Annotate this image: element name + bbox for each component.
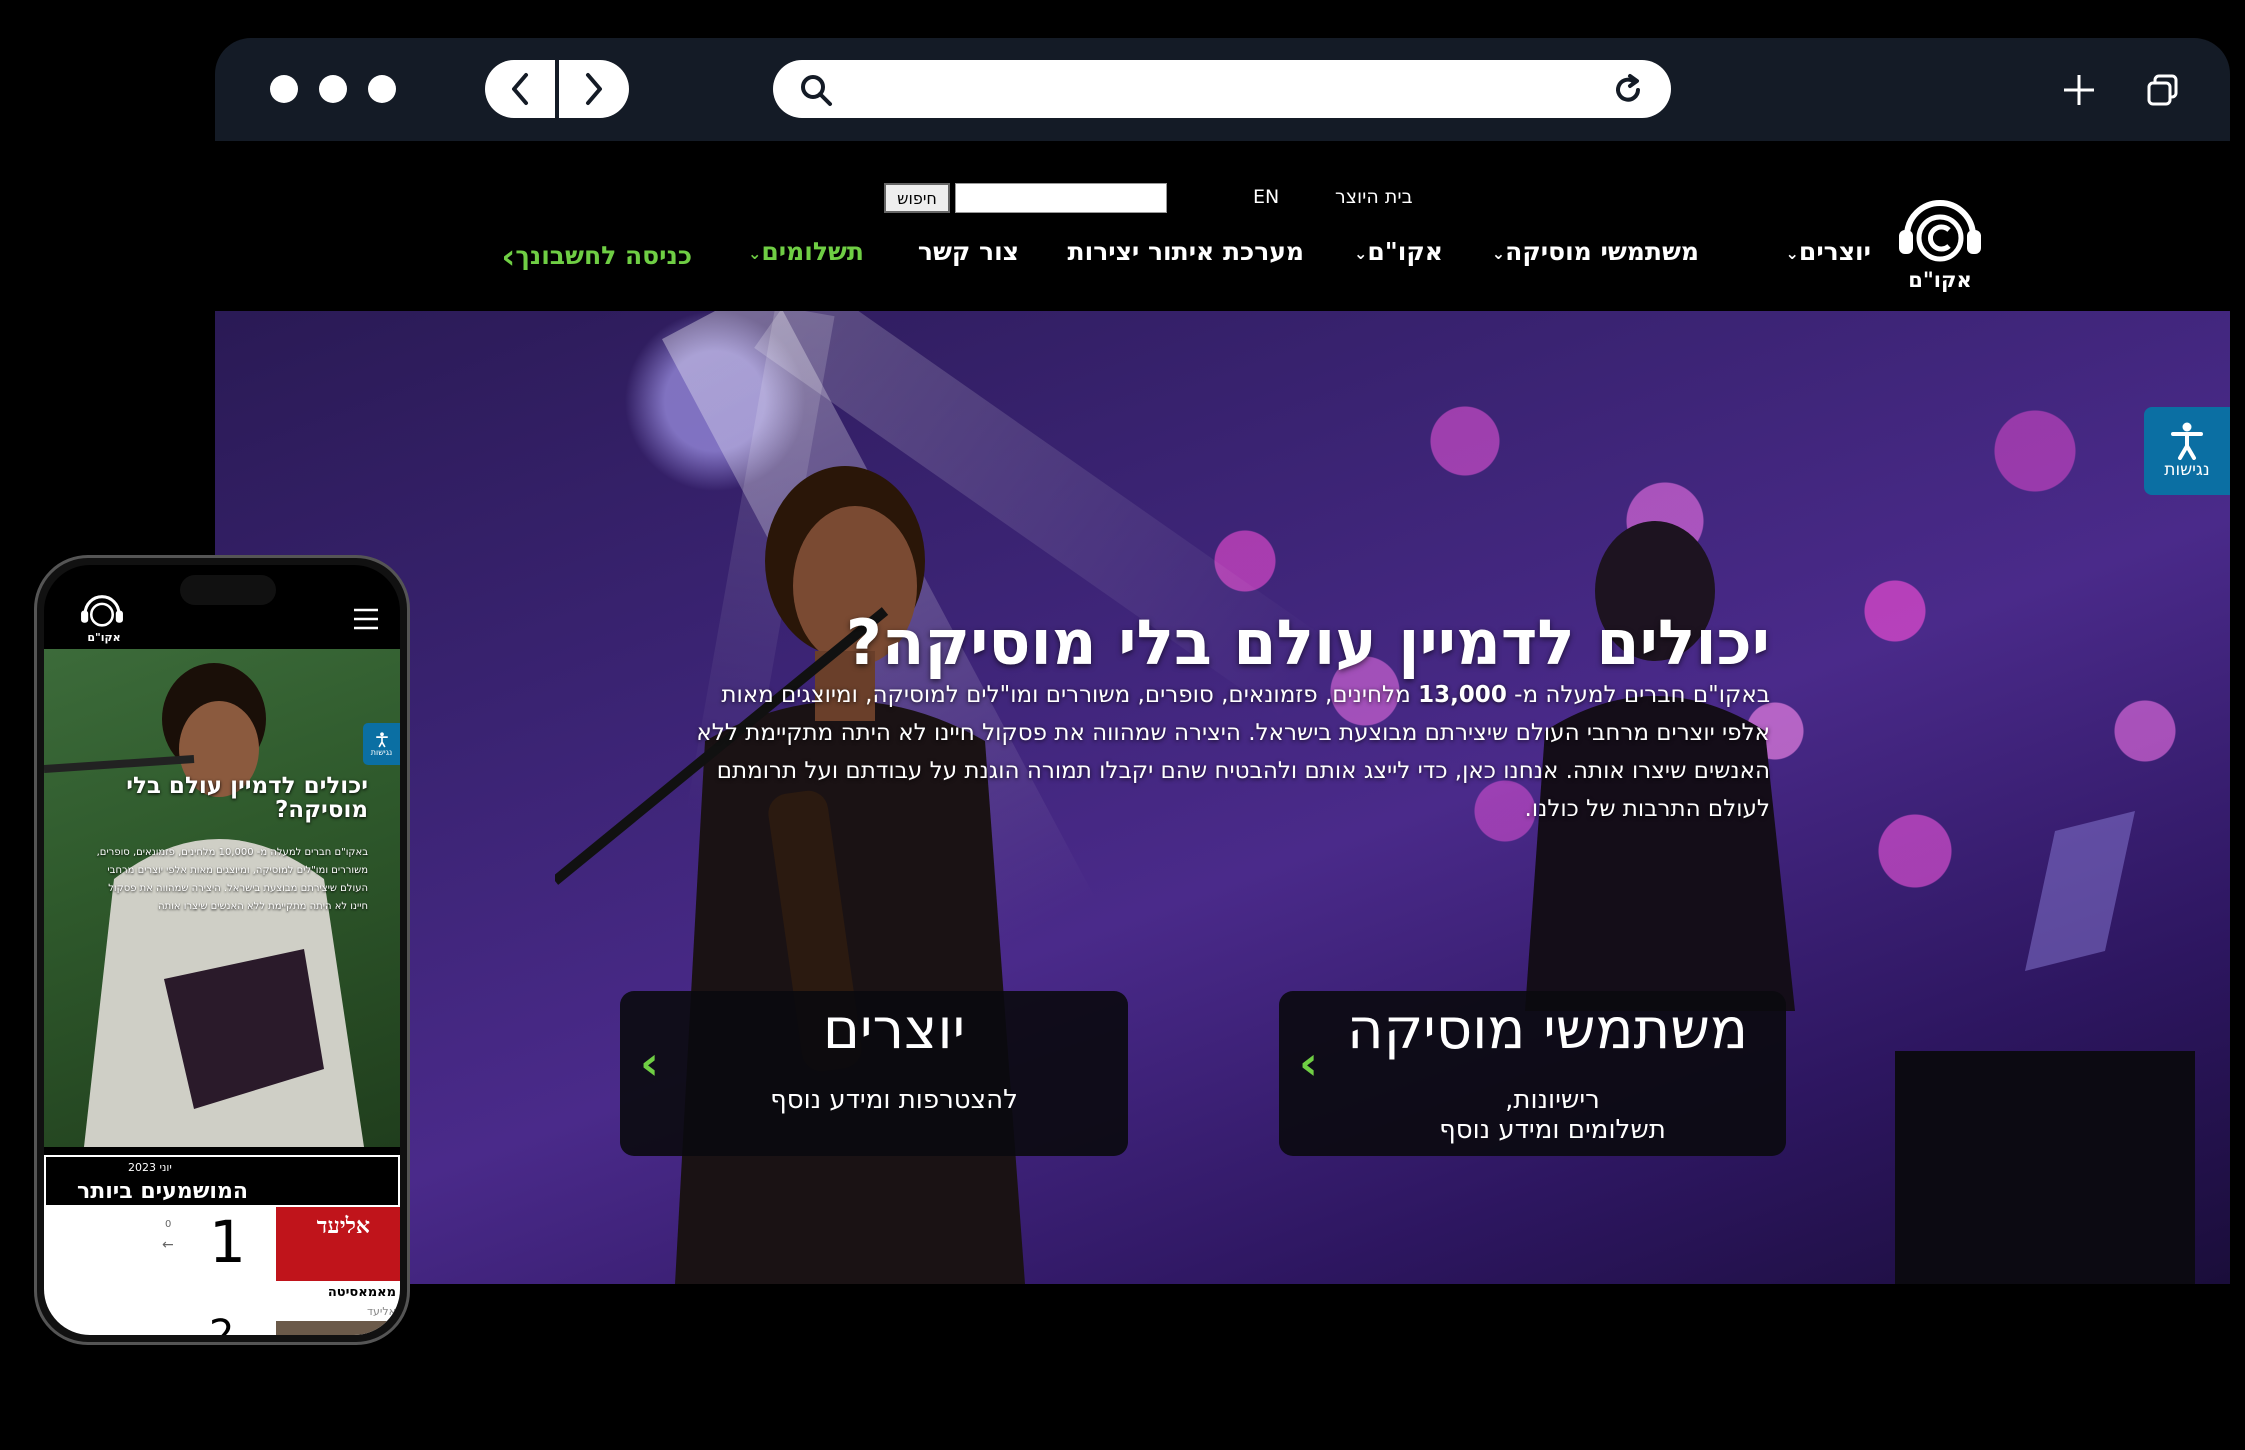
nav-works-search[interactable]: מערכת איתור יצירות [1068, 237, 1304, 266]
tabs-icon[interactable] [2145, 72, 2181, 108]
accessibility-icon [2171, 422, 2203, 460]
chevron-right-icon [586, 73, 602, 105]
nav-acum[interactable]: ⌄אקו"ם [1348, 237, 1443, 266]
logo[interactable]: אקו"ם [1895, 196, 1985, 296]
accessibility-button[interactable]: נגישות [2144, 407, 2230, 495]
chevron-left-icon: ‹ [1299, 1036, 1318, 1090]
browser-toolbar [215, 38, 2230, 141]
forward-button[interactable] [559, 60, 629, 118]
album-art [276, 1321, 400, 1335]
plus-icon[interactable] [2061, 72, 2097, 108]
chevron-left-icon: ‹ [640, 1036, 659, 1090]
chart-month: יוני 2023 [128, 1161, 172, 1174]
chevron-down-icon: ⌄ [1491, 243, 1506, 263]
phone-mockup: אקו"ם יכולים לדמיין עולם בלי מוסיקה? באק… [34, 555, 410, 1345]
chart-song[interactable]: מאמאסיטה [328, 1285, 396, 1300]
accessibility-icon [375, 731, 388, 747]
nav-login[interactable]: ‹כניסה לחשבונך [491, 237, 692, 277]
arrow-left-icon: ← [162, 1237, 174, 1253]
chart-header: יוני 2023 המושמעים ביותר [44, 1155, 400, 1207]
logo-icon [81, 595, 123, 627]
window-dot[interactable] [368, 75, 396, 103]
phone-notch [180, 575, 276, 605]
lang-link[interactable]: EN [1253, 186, 1279, 208]
hero-banner: יכולים לדמיין עולם בלי מוסיקה? באקו"ם חב… [215, 311, 2230, 1284]
card-subtitle: להצטרפות ומידע נוסף [770, 1085, 1018, 1115]
nav-creators[interactable]: ⌄יוצרים [1780, 237, 1872, 266]
site-search-button[interactable]: חיפוש [884, 183, 950, 213]
chevron-left-icon [512, 73, 528, 105]
reload-icon[interactable] [1611, 73, 1645, 107]
search-icon [801, 75, 832, 106]
window-dot[interactable] [270, 75, 298, 103]
chevron-down-icon: ⌄ [1785, 243, 1799, 263]
card-title: משתמשי מוסיקה [1346, 997, 1749, 1062]
album-art: אליעד [276, 1207, 400, 1281]
nav-buttons [485, 60, 629, 118]
logo-text: אקו"ם [1908, 268, 1972, 292]
website: בית היוצר EN חיפוש אקו"ם ⌄יוצרים ⌄משתמשי… [215, 141, 2230, 1284]
window-dot[interactable] [319, 75, 347, 103]
hero-text: באקו"ם חברים למעלה מ- 13,000 מלחינים, פז… [696, 682, 1770, 822]
chart-change: 0 [165, 1219, 172, 1230]
music-users-card[interactable]: משתמשי מוסיקה רישיונות, תשלומים ומידע נו… [1279, 991, 1786, 1156]
phone-hero-text: באקו"ם חברים למעלה מ- 10,000 מלחינים, פז… [96, 847, 368, 912]
card-title: יוצרים [822, 997, 966, 1062]
phone-hero-title: יכולים לדמיין עולם בלי מוסיקה? [126, 773, 368, 823]
card-subtitle: רישיונות, תשלומים ומידע נוסף [1439, 1085, 1666, 1145]
phone-logo[interactable]: אקו"ם [79, 593, 129, 647]
chevron-down-icon: ⌄ [747, 243, 762, 263]
phone-hero: יכולים לדמיין עולם בלי מוסיקה? באקו"ם חב… [44, 649, 400, 1147]
chart-rank: 2 [209, 1312, 235, 1335]
nav-music-users[interactable]: ⌄משתמשי מוסיקה [1486, 237, 1699, 266]
chart-list: אליעד 1 0 ← מאמאסיטה אליעד 2 [44, 1207, 400, 1335]
chevron-left-icon: ‹ [501, 237, 516, 277]
back-button[interactable] [485, 60, 555, 118]
site-search-input[interactable] [955, 183, 1167, 213]
nav-payments[interactable]: ⌄תשלומים [742, 237, 864, 266]
album-art-text: אליעד [316, 1213, 370, 1239]
creators-card[interactable]: יוצרים להצטרפות ומידע נוסף ‹ [620, 991, 1128, 1156]
stage-equipment [1895, 811, 2195, 1284]
logo-icon [1899, 200, 1981, 262]
chart-rank: 1 [209, 1208, 246, 1276]
hamburger-menu-icon[interactable] [352, 607, 380, 631]
chart-artist: אליעד [367, 1305, 396, 1318]
nav-contact[interactable]: צור קשר [918, 237, 1019, 266]
hero-title: יכולים לדמיין עולם בלי מוסיקה? [845, 606, 1770, 679]
chevron-down-icon: ⌄ [1353, 243, 1368, 263]
home-link[interactable]: בית היוצר [1335, 186, 1413, 208]
address-bar[interactable] [773, 60, 1671, 118]
phone-accessibility-button[interactable]: נגישות [363, 723, 400, 765]
phone-screen: אקו"ם יכולים לדמיין עולם בלי מוסיקה? באק… [44, 565, 400, 1335]
chart-title: המושמעים ביותר [76, 1179, 248, 1204]
